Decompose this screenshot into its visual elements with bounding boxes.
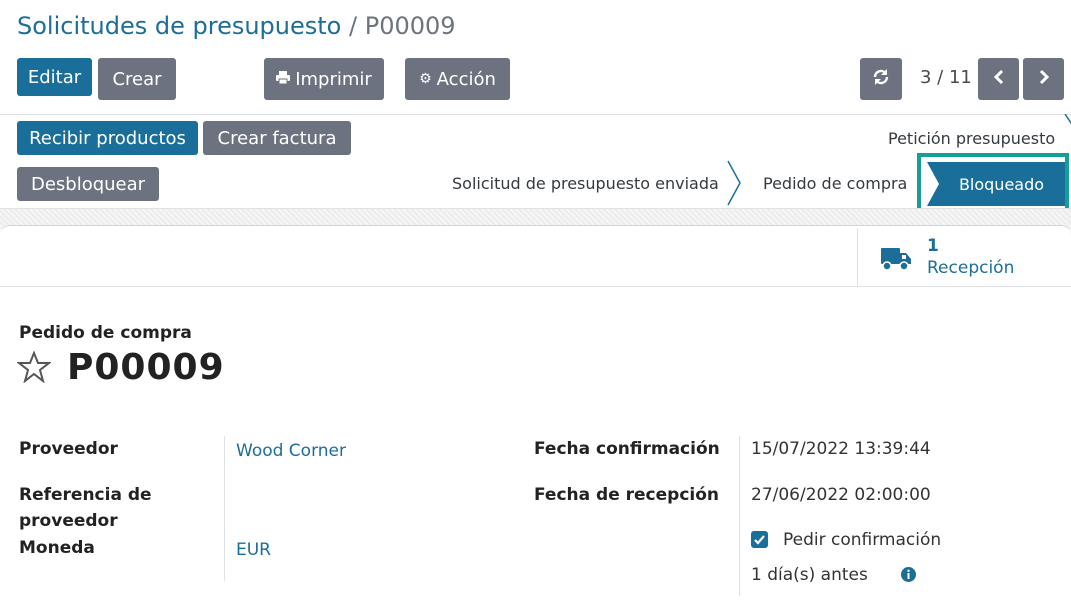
record-title: P00009 xyxy=(67,347,225,388)
gear-icon: ⚙ xyxy=(419,71,432,87)
receive-products-button[interactable]: Recibir productos xyxy=(17,121,198,155)
info-icon[interactable] xyxy=(901,567,916,586)
next-record-button[interactable] xyxy=(1023,58,1064,100)
star-icon[interactable] xyxy=(16,350,52,387)
pager-value: 3 / 11 xyxy=(920,67,972,88)
receipt-date-label: Fecha de recepción xyxy=(534,485,720,505)
action-button-label: Acción xyxy=(436,68,496,90)
vendor-label: Proveedor xyxy=(19,439,118,459)
previous-record-button[interactable] xyxy=(978,58,1019,100)
truck-icon xyxy=(881,246,911,276)
currency-field[interactable]: EUR xyxy=(236,540,271,560)
create-button[interactable]: Crear xyxy=(98,58,176,100)
action-button[interactable]: ⚙ Acción xyxy=(405,58,510,100)
print-button[interactable]: Imprimir xyxy=(264,58,384,100)
breadcrumb-parent-link[interactable]: Solicitudes de presupuesto xyxy=(17,12,341,40)
create-invoice-button[interactable]: Crear factura xyxy=(203,121,351,155)
stage-chevron-icon xyxy=(1064,114,1071,125)
record-type-label: Pedido de compra xyxy=(19,323,192,343)
chevron-right-icon xyxy=(1038,69,1050,90)
refresh-icon xyxy=(872,68,890,91)
field-separator xyxy=(739,436,740,596)
refresh-button[interactable] xyxy=(860,58,902,100)
highlight-box xyxy=(917,153,1069,215)
checkmark-icon xyxy=(754,535,765,545)
confirmation-date-field[interactable]: 15/07/2022 13:39:44 xyxy=(751,439,931,459)
vendor-reference-label-line1: Referencia de xyxy=(19,485,152,505)
breadcrumb-current: P00009 xyxy=(364,12,456,40)
days-before-field[interactable]: 1 día(s) antes xyxy=(751,565,868,585)
chevron-left-icon xyxy=(993,69,1005,90)
confirmation-date-label: Fecha confirmación xyxy=(534,439,720,459)
print-button-label: Imprimir xyxy=(295,68,372,90)
button-box-divider xyxy=(0,286,1071,287)
stage-rfq[interactable]: Petición presupuesto xyxy=(888,129,1055,148)
breadcrumb: Solicitudes de presupuesto / P00009 xyxy=(17,12,456,40)
ask-confirmation-label: Pedir confirmación xyxy=(783,530,942,550)
field-separator xyxy=(224,436,225,581)
vendor-field[interactable]: Wood Corner xyxy=(236,441,346,461)
edit-button[interactable]: Editar xyxy=(17,58,92,96)
ask-confirmation-checkbox[interactable] xyxy=(751,531,768,548)
unlock-button[interactable]: Desbloquear xyxy=(17,167,159,201)
receipt-count: 1 xyxy=(927,236,939,256)
print-icon xyxy=(276,70,291,88)
control-panel-divider xyxy=(0,114,1071,115)
receipt-label: Recepción xyxy=(927,258,1015,278)
stage-rfq-sent[interactable]: Solicitud de presupuesto enviada xyxy=(452,174,719,193)
vendor-reference-label-line2: proveedor xyxy=(19,511,118,531)
stage-chevron-icon xyxy=(727,160,741,206)
receipt-date-field[interactable]: 27/06/2022 02:00:00 xyxy=(751,485,931,505)
currency-label: Moneda xyxy=(19,538,95,558)
breadcrumb-separator: / xyxy=(349,12,358,40)
stage-purchase-order[interactable]: Pedido de compra xyxy=(763,174,907,193)
